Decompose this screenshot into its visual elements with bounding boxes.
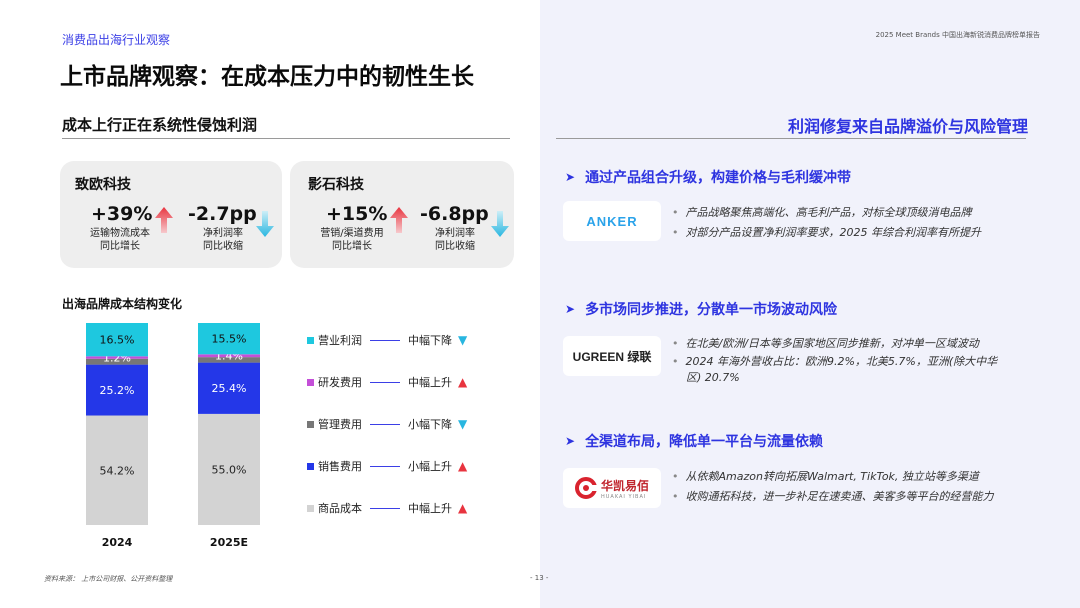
arrow-right-icon: ➤ (565, 302, 576, 316)
company-card-2: 影石科技 +15% 营销/渠道费用 同比增长 -6.8pp 净利润率 同比收缩 (290, 161, 514, 268)
data-label: 25.2% (100, 384, 135, 397)
metric-label: 净利润率 同比收缩 (203, 228, 243, 252)
list-item: • 产品战略聚焦高端化、高毛利产品，对标全球顶级消电品牌 (672, 206, 972, 219)
legend-label: 商品成本 (318, 502, 362, 515)
section-bullets: • 产品战略聚焦高端化、高毛利产品，对标全球顶级消电品牌 • 对部分产品设置净利润率… (672, 205, 1052, 241)
legend-swatch (307, 504, 314, 512)
metric-value: +39% (91, 203, 153, 225)
triangle-down-icon: ▼ (458, 333, 468, 347)
data-label: 55.0% (212, 463, 247, 476)
legend-label: 销售费用 (318, 460, 362, 473)
legend-swatch (307, 462, 314, 470)
data-label: 25.4% (212, 382, 247, 395)
ugreen-logo: UGREEN 绿联 (563, 336, 661, 376)
legend-connector (370, 465, 400, 467)
trend-label: 中幅下降 (408, 334, 452, 347)
source-note: 资料来源： 上市公司财报、公开资料整理 (44, 575, 173, 583)
triangle-up-icon: ▲ (458, 459, 468, 473)
section-bullets: • 从依赖Amazon转向拓展Walmart, TikTok, 独立站等多渠道 •… (672, 469, 1052, 505)
arrow-right-icon: ➤ (565, 170, 576, 184)
trend-label: 中幅上升 (408, 376, 452, 389)
legend-swatch (307, 378, 314, 386)
left-subtitle: 成本上行正在系统性侵蚀利润 (62, 116, 258, 134)
legend-connector (370, 381, 400, 383)
metric-label: 运输物流成本 同比增长 (90, 228, 150, 252)
section-heading: 多市场同步推进，分散单一市场波动风险 (585, 302, 838, 318)
strategy-section-2: ➤ 多市场同步推进，分散单一市场波动风险 (565, 299, 1045, 319)
legend-label: 营业利润 (318, 334, 362, 347)
huakai-mark-icon (574, 477, 597, 499)
legend-label: 管理费用 (318, 418, 362, 431)
data-label: 54.2% (100, 464, 135, 477)
legend-item: 研发费用 中幅上升 ▲ (307, 374, 487, 390)
list-item: 区) 20.7% (686, 371, 740, 384)
arrow-down-icon (256, 211, 274, 237)
huakai-yibai-logo: 华凯易佰 HUAKAI YIBAI (563, 468, 661, 508)
section-heading: 通过产品组合升级，构建价格与毛利缓冲带 (585, 170, 852, 186)
legend-item: 商品成本 中幅上升 ▲ (307, 500, 487, 516)
metric-value: -6.8pp (420, 203, 489, 225)
strategy-section-1: ➤ 通过产品组合升级，构建价格与毛利缓冲带 (565, 167, 1045, 187)
divider (62, 138, 510, 139)
list-item: • 收购通拓科技，进一步补足在速卖通、美客多等平台的经营能力 (672, 490, 994, 503)
list-item: • 对部分产品设置净利润率要求，2025 年综合利润率有所提升 (672, 226, 981, 239)
company-name: 影石科技 (308, 177, 364, 193)
section-tag: 消费品出海行业观察 (62, 33, 171, 47)
legend-connector (370, 423, 400, 425)
section-heading: 全渠道布局，降低单一平台与流量依赖 (585, 434, 824, 450)
triangle-down-icon: ▼ (458, 417, 468, 431)
list-item: • 2024 年海外营收占比：欧洲9.2%，北美5.7%，亚洲(除大中华 (672, 355, 998, 368)
page-number: - 13 - (530, 574, 549, 582)
divider (556, 138, 1026, 139)
trend-label: 中幅上升 (408, 502, 452, 515)
legend-item: 管理费用 小幅下降 ▼ (307, 416, 487, 432)
x-tick-label: 2024 (102, 536, 133, 549)
legend-connector (370, 339, 400, 341)
data-label: 15.5% (212, 333, 247, 346)
right-subtitle: 利润修复来自品牌溢价与风险管理 (787, 117, 1028, 136)
trend-label: 小幅下降 (408, 418, 452, 431)
arrow-down-icon (491, 211, 509, 237)
legend-swatch (307, 420, 314, 428)
page-title: 上市品牌观察：在成本压力中的韧性生长 (60, 64, 474, 90)
legend-item: 销售费用 小幅上升 ▲ (307, 458, 487, 474)
metric-value: -2.7pp (188, 203, 257, 225)
triangle-up-icon: ▲ (458, 501, 468, 515)
company-card-1: 致欧科技 +39% 运输物流成本 同比增长 -2.7pp 净利润率 同比收缩 (60, 161, 282, 268)
anker-logo: ANKER (563, 201, 661, 241)
arrow-right-icon: ➤ (565, 434, 576, 448)
trend-label: 小幅上升 (408, 460, 452, 473)
stacked-bar-chart: 54.2%25.2%1.2%16.5%202455.0%25.4%1.4%15.… (86, 323, 260, 549)
list-item: • 在北美/欧洲/日本等多国家地区同步推新，对冲单一区域波动 (672, 337, 979, 350)
metric-label: 净利润率 同比收缩 (435, 228, 475, 252)
company-name: 致欧科技 (75, 177, 131, 193)
metric-label: 营销/渠道费用 同比增长 (320, 228, 384, 252)
triangle-up-icon: ▲ (458, 375, 468, 389)
data-label: 16.5% (100, 334, 135, 347)
legend-swatch (307, 336, 314, 344)
report-name: 2025 Meet Brands 中国出海新锐消费品牌榜单报告 (875, 31, 1040, 39)
list-item: • 从依赖Amazon转向拓展Walmart, TikTok, 独立站等多渠道 (672, 470, 979, 483)
chart-title: 出海品牌成本结构变化 (62, 297, 183, 311)
metric-value: +15% (326, 203, 388, 225)
x-tick-label: 2025E (210, 536, 248, 549)
strategy-section-3: ➤ 全渠道布局，降低单一平台与流量依赖 (565, 431, 1045, 451)
legend-item: 营业利润 中幅下降 ▼ (307, 332, 487, 348)
legend-label: 研发费用 (318, 376, 362, 389)
section-bullets: • 在北美/欧洲/日本等多国家地区同步推新，对冲单一区域波动 • 2024 年海外营… (672, 336, 1052, 386)
legend-connector (370, 507, 400, 509)
